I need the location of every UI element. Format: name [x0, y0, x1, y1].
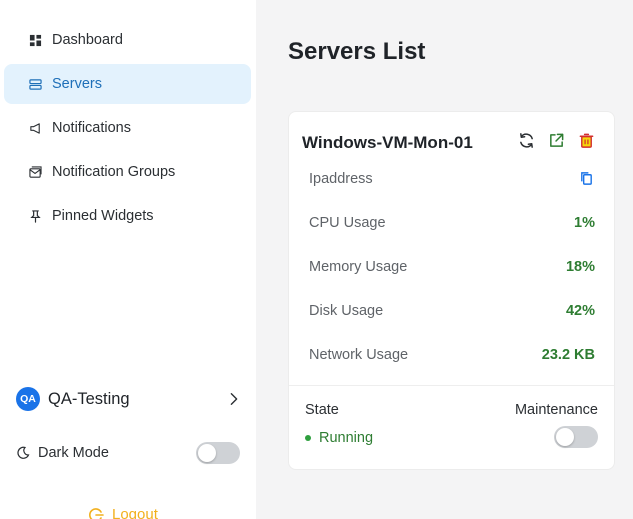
metric-value: 23.2 KB — [541, 347, 595, 363]
chevron-right-icon[interactable] — [226, 391, 242, 407]
toggle-knob — [556, 428, 574, 446]
divider — [289, 385, 614, 386]
sidebar-item-label: Notification Groups — [52, 164, 176, 180]
logout-label: Logout — [112, 506, 158, 519]
state-value: Running — [319, 430, 374, 446]
dark-mode-toggle[interactable] — [196, 442, 240, 464]
toggle-knob — [198, 444, 216, 462]
sidebar-item-label: Notifications — [52, 120, 131, 136]
metric-cpu-usage: CPU Usage 1% — [309, 215, 595, 231]
metric-label: Disk Usage — [309, 303, 384, 319]
servers-icon — [28, 77, 42, 91]
maintenance-label: Maintenance — [514, 402, 598, 418]
pin-icon — [28, 209, 42, 223]
megaphone-icon — [28, 121, 42, 135]
dark-mode-row: Dark Mode — [16, 441, 240, 465]
metric-disk-usage: Disk Usage 42% — [309, 303, 595, 319]
server-card: Windows-VM-Mon-01 Ipaddress CPU Usage 1%… — [288, 111, 615, 470]
page-title: Servers List — [288, 38, 426, 65]
sidebar-item-dashboard[interactable]: Dashboard — [4, 20, 251, 60]
metric-network-usage: Network Usage 23.2 KB — [309, 347, 595, 363]
metric-memory-usage: Memory Usage 18% — [309, 259, 595, 275]
status-dot — [305, 435, 311, 441]
logout-icon — [88, 507, 104, 519]
user-menu[interactable]: QA QA-Testing — [16, 386, 242, 412]
metric-value: 42% — [565, 303, 595, 319]
delete-icon[interactable] — [576, 130, 596, 150]
metric-value: 1% — [574, 215, 595, 231]
copy-icon[interactable] — [579, 171, 595, 187]
metric-label: Ipaddress — [309, 171, 373, 187]
state-status: Running — [305, 430, 373, 446]
sidebar-item-label: Dashboard — [52, 32, 123, 48]
server-name: Windows-VM-Mon-01 — [302, 133, 473, 152]
open-external-icon[interactable] — [546, 130, 566, 150]
state-label: State — [305, 402, 339, 418]
metric-ipaddress: Ipaddress — [309, 171, 595, 187]
metric-label: Network Usage — [309, 347, 409, 363]
maintenance-toggle[interactable] — [554, 426, 598, 448]
sidebar-item-label: Servers — [52, 76, 102, 92]
refresh-icon[interactable] — [516, 130, 536, 150]
dashboard-icon — [28, 33, 42, 47]
logout-button[interactable]: Logout — [88, 506, 158, 519]
metric-label: Memory Usage — [309, 259, 408, 275]
moon-icon — [16, 446, 30, 460]
dark-mode-label: Dark Mode — [38, 445, 109, 461]
metric-label: CPU Usage — [309, 215, 386, 231]
mail-group-icon — [28, 165, 42, 179]
sidebar: Dashboard Servers Notifications Notifica… — [0, 0, 256, 519]
server-card-actions — [516, 130, 596, 150]
sidebar-item-notification-groups[interactable]: Notification Groups — [4, 152, 251, 192]
avatar: QA — [16, 387, 40, 411]
sidebar-item-notifications[interactable]: Notifications — [4, 108, 251, 148]
user-name: QA-Testing — [48, 389, 130, 408]
sidebar-item-servers[interactable]: Servers — [4, 64, 251, 104]
metric-value: 18% — [565, 259, 595, 275]
sidebar-item-pinned-widgets[interactable]: Pinned Widgets — [4, 196, 251, 236]
sidebar-item-label: Pinned Widgets — [52, 208, 154, 224]
